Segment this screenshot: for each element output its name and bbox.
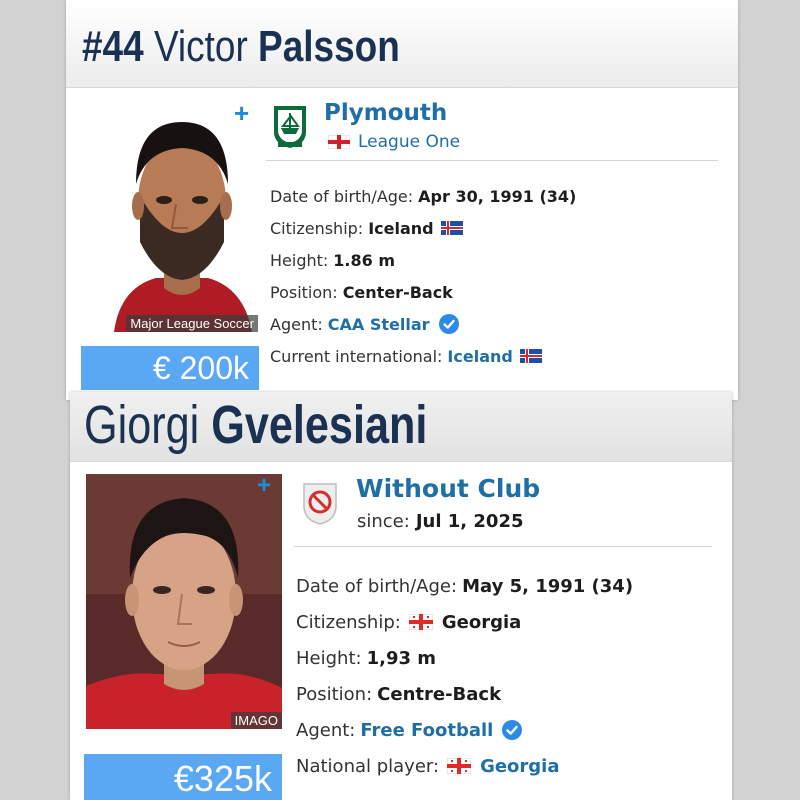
international-link[interactable]: Iceland [447, 346, 542, 366]
international-label: National player: [296, 755, 440, 777]
position-value: Center-Back [342, 282, 453, 302]
fact-citizenship: Citizenship: Iceland [270, 212, 576, 244]
iceland-flag-icon [440, 221, 463, 235]
citizenship-value: Iceland [368, 218, 463, 238]
market-value: €325k [173, 758, 272, 799]
citizenship-value: Georgia [441, 611, 522, 633]
plus-icon[interactable]: + [234, 98, 249, 129]
fact-citizenship: Citizenship: Georgia [296, 604, 633, 640]
position-label: Position: [296, 683, 373, 705]
dob-label: Date of birth/Age: [296, 575, 458, 597]
height-label: Height: [270, 250, 329, 270]
player-card-gvelesiani: Giorgi Gvelesiani IMAGO + €325k Without … [70, 392, 732, 800]
height-value: 1,93 m [366, 647, 437, 669]
agent-label: Agent: [270, 314, 323, 334]
photo-credit: IMAGO [230, 712, 282, 729]
club-since: since: Jul 1, 2025 [357, 511, 524, 532]
verified-badge-icon [502, 720, 523, 740]
international-label: Current international: [270, 346, 443, 366]
fact-position: Position: Center-Back [270, 276, 576, 308]
photo-credit: Major League Soccer [126, 315, 258, 332]
international-text: Iceland [447, 346, 513, 366]
since-value: Jul 1, 2025 [415, 511, 524, 532]
fact-dob: Date of birth/Age: May 5, 1991 (34) [296, 568, 633, 604]
verified-badge-icon [438, 314, 459, 334]
player-name: #44 Victor Palsson [82, 22, 400, 72]
dob-value: May 5, 1991 (34) [462, 575, 634, 597]
position-value: Centre-Back [377, 683, 502, 705]
height-label: Height: [296, 647, 362, 669]
georgia-flag-icon [447, 758, 472, 774]
height-value: 1.86 m [333, 250, 395, 270]
citizenship-label: Citizenship: [296, 611, 401, 633]
divider [294, 546, 712, 547]
fact-height: Height: 1.86 m [270, 244, 576, 276]
since-label: since: [357, 511, 410, 532]
fact-international: Current international: Iceland [270, 340, 576, 372]
league-link[interactable]: League One [328, 132, 460, 152]
shirt-number: #44 [82, 22, 144, 71]
citizenship-text: Iceland [368, 218, 434, 238]
player-photo[interactable]: IMAGO [86, 474, 282, 729]
divider [266, 160, 718, 161]
no-club-icon [303, 483, 337, 525]
club-status-link[interactable]: Without Club [356, 474, 540, 503]
player-header: #44 Victor Palsson [66, 0, 738, 88]
player-facts: Date of birth/Age: Apr 30, 1991 (34) Citi… [270, 180, 576, 372]
dob-value: Apr 30, 1991 (34) [418, 186, 577, 206]
portrait-image [86, 474, 282, 729]
dob-label: Date of birth/Age: [270, 186, 414, 206]
england-flag-icon [328, 135, 350, 149]
last-name: Palsson [258, 22, 400, 71]
player-header: Giorgi Gvelesiani [70, 392, 732, 462]
player-facts: Date of birth/Age: May 5, 1991 (34) Citiz… [296, 568, 633, 784]
agent-link[interactable]: CAA Stellar [328, 315, 430, 334]
first-name: Giorgi [84, 395, 200, 455]
market-value-box[interactable]: €325k [84, 754, 282, 800]
fact-dob: Date of birth/Age: Apr 30, 1991 (34) [270, 180, 576, 212]
first-name: Victor [153, 22, 248, 71]
player-card-palsson: #44 Victor Palsson Major League Soccer +… [66, 0, 738, 400]
fact-agent: Agent: Free Football [296, 712, 633, 748]
fact-height: Height: 1,93 m [296, 640, 633, 676]
fact-position: Position: Centre-Back [296, 676, 633, 712]
plus-icon[interactable]: + [257, 472, 271, 500]
fact-agent: Agent: CAA Stellar [270, 308, 576, 340]
agent-label: Agent: [296, 719, 356, 741]
agent-link[interactable]: Free Football [360, 720, 493, 741]
club-link[interactable]: Plymouth [324, 100, 447, 126]
market-value-box[interactable]: € 200k [81, 346, 259, 390]
market-value: € 200k [152, 350, 249, 386]
last-name: Gvelesiani [211, 395, 428, 455]
iceland-flag-icon [519, 349, 542, 363]
position-label: Position: [270, 282, 338, 302]
citizenship-label: Citizenship: [270, 218, 364, 238]
georgia-flag-icon [408, 614, 433, 630]
league-name: League One [358, 132, 461, 152]
international-link[interactable]: Georgia [480, 756, 559, 777]
plymouth-crest-icon[interactable] [270, 104, 310, 150]
fact-international: National player: Georgia [296, 748, 633, 784]
player-name: Giorgi Gvelesiani [84, 394, 427, 456]
